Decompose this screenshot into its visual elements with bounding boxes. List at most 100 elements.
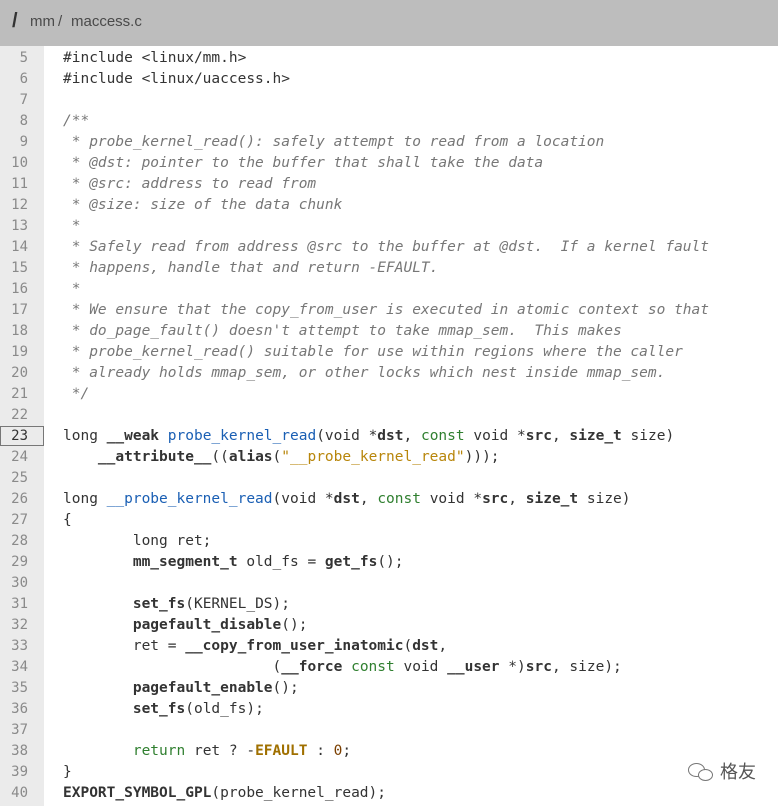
code-text: * Safely read from address @src to the b…: [63, 239, 710, 255]
line-number[interactable]: 8: [0, 113, 28, 129]
code-text: EXPORT_SYMBOL_GPL(probe_kernel_read);: [63, 785, 387, 801]
line-number[interactable]: 18: [0, 323, 28, 339]
code-line: 20 * already holds mmap_sem, or other lo…: [0, 363, 778, 384]
line-number[interactable]: 5: [0, 50, 28, 66]
line-number[interactable]: 7: [0, 92, 28, 108]
code-line: 11 * @src: address to read from: [0, 174, 778, 195]
watermark-text: 格友: [720, 762, 756, 783]
line-number[interactable]: 36: [0, 701, 28, 717]
line-number[interactable]: 33: [0, 638, 28, 654]
code-text: set_fs(KERNEL_DS);: [132, 596, 290, 612]
code-line: 35 pagefault_enable();: [0, 678, 778, 699]
code-text: * probe_kernel_read() suitable for use w…: [63, 344, 683, 360]
breadcrumb-bar: / mm / maccess.c: [0, 0, 778, 46]
code-line: 33 ret = __copy_from_user_inatomic(dst,: [0, 636, 778, 657]
code-line: 25: [0, 468, 778, 489]
line-number[interactable]: 29: [0, 554, 28, 570]
line-number[interactable]: 22: [0, 407, 28, 423]
code-line: 14 * Safely read from address @src to th…: [0, 237, 778, 258]
line-number[interactable]: 30: [0, 575, 28, 591]
code-line: 31 set_fs(KERNEL_DS);: [0, 594, 778, 615]
line-number[interactable]: 25: [0, 470, 28, 486]
code-line: 39}: [0, 762, 778, 783]
code-text: * probe_kernel_read(): safely attempt to…: [63, 134, 605, 150]
code-line: 32 pagefault_disable();: [0, 615, 778, 636]
code-text: mm_segment_t old_fs = get_fs();: [132, 554, 404, 570]
code-line: 37: [0, 720, 778, 741]
code-text: /**: [63, 113, 90, 129]
code-line: 34 (__force const void __user *)src, siz…: [0, 657, 778, 678]
code-text: {: [63, 512, 72, 528]
code-text: ret = __copy_from_user_inatomic(dst,: [63, 638, 448, 654]
line-number[interactable]: 28: [0, 533, 28, 549]
line-number[interactable]: 12: [0, 197, 28, 213]
code-text: */: [63, 386, 90, 402]
line-number[interactable]: 38: [0, 743, 28, 759]
code-line: 26 long __probe_kernel_read(void *dst, co…: [0, 489, 778, 510]
line-number[interactable]: 40: [0, 785, 28, 801]
code-line: 7: [0, 90, 778, 111]
line-number[interactable]: 14: [0, 239, 28, 255]
code-text: }: [63, 764, 72, 780]
breadcrumb-dir[interactable]: mm: [30, 13, 55, 30]
code-line: 29 mm_segment_t old_fs = get_fs();: [0, 552, 778, 573]
line-number[interactable]: 9: [0, 134, 28, 150]
line-number[interactable]: 6: [0, 71, 28, 87]
watermark: 格友: [688, 758, 756, 784]
line-number[interactable]: 37: [0, 722, 28, 738]
code-line: 24 __attribute__((alias("__probe_kernel_…: [0, 447, 778, 468]
code-line: 16 *: [0, 279, 778, 300]
line-number[interactable]: 21: [0, 386, 28, 402]
code-line: 10 * @dst: pointer to the buffer that sh…: [0, 153, 778, 174]
code-text: pagefault_disable();: [132, 617, 308, 633]
line-number[interactable]: 35: [0, 680, 28, 696]
code-line: 21 */: [0, 384, 778, 405]
line-number[interactable]: 32: [0, 617, 28, 633]
code-line: 8 /**: [0, 111, 778, 132]
code-text: * happens, handle that and return -EFAUL…: [63, 260, 439, 276]
code-text: * do_page_fault() doesn't attempt to tak…: [63, 323, 622, 339]
code-text: #include <linux/uaccess.h>: [63, 71, 290, 87]
line-number[interactable]: 34: [0, 659, 28, 675]
code-line: 22: [0, 405, 778, 426]
line-number[interactable]: 20: [0, 365, 28, 381]
code-line: 38 return ret ? -EFAULT : 0;: [0, 741, 778, 762]
breadcrumb-file: maccess.c: [71, 13, 142, 30]
code-line: 15 * happens, handle that and return -EF…: [0, 258, 778, 279]
line-number[interactable]: 17: [0, 302, 28, 318]
code-line: 40 EXPORT_SYMBOL_GPL(probe_kernel_read);: [0, 783, 778, 804]
code-text: return ret ? -EFAULT : 0;: [132, 743, 352, 759]
code-text: * @dst: pointer to the buffer that shall…: [63, 155, 544, 171]
root-slash-icon[interactable]: /: [12, 10, 18, 33]
line-number[interactable]: 39: [0, 764, 28, 780]
code-line: 17 * We ensure that the copy_from_user i…: [0, 300, 778, 321]
wechat-icon: [688, 761, 714, 781]
code-text: * We ensure that the copy_from_user is e…: [63, 302, 710, 318]
code-text: *: [63, 218, 81, 234]
code-line: 23 long __weak probe_kernel_read(void *ds…: [0, 426, 778, 447]
code-text: *: [63, 281, 81, 297]
code-line: 13 *: [0, 216, 778, 237]
line-number[interactable]: 23: [0, 428, 28, 444]
line-number[interactable]: 11: [0, 176, 28, 192]
code-line: 5 #include <linux/mm.h>: [0, 48, 778, 69]
line-number[interactable]: 15: [0, 260, 28, 276]
code-line: 19 * probe_kernel_read() suitable for us…: [0, 342, 778, 363]
code-text: long __probe_kernel_read(void *dst, cons…: [63, 491, 631, 507]
line-number[interactable]: 31: [0, 596, 28, 612]
code-text: long ret;: [63, 533, 212, 549]
line-number[interactable]: 13: [0, 218, 28, 234]
code-text: set_fs(old_fs);: [132, 701, 264, 717]
line-number[interactable]: 19: [0, 344, 28, 360]
line-number[interactable]: 16: [0, 281, 28, 297]
line-number[interactable]: 10: [0, 155, 28, 171]
line-number[interactable]: 27: [0, 512, 28, 528]
code-text: long __weak probe_kernel_read(void *dst,…: [63, 428, 675, 444]
code-line: 36 set_fs(old_fs);: [0, 699, 778, 720]
breadcrumb-separator: /: [58, 13, 63, 30]
line-number[interactable]: 24: [0, 449, 28, 465]
line-number[interactable]: 26: [0, 491, 28, 507]
code-text: #include <linux/mm.h>: [63, 50, 247, 66]
code-line: 28 long ret;: [0, 531, 778, 552]
code-line: 18 * do_page_fault() doesn't attempt to …: [0, 321, 778, 342]
